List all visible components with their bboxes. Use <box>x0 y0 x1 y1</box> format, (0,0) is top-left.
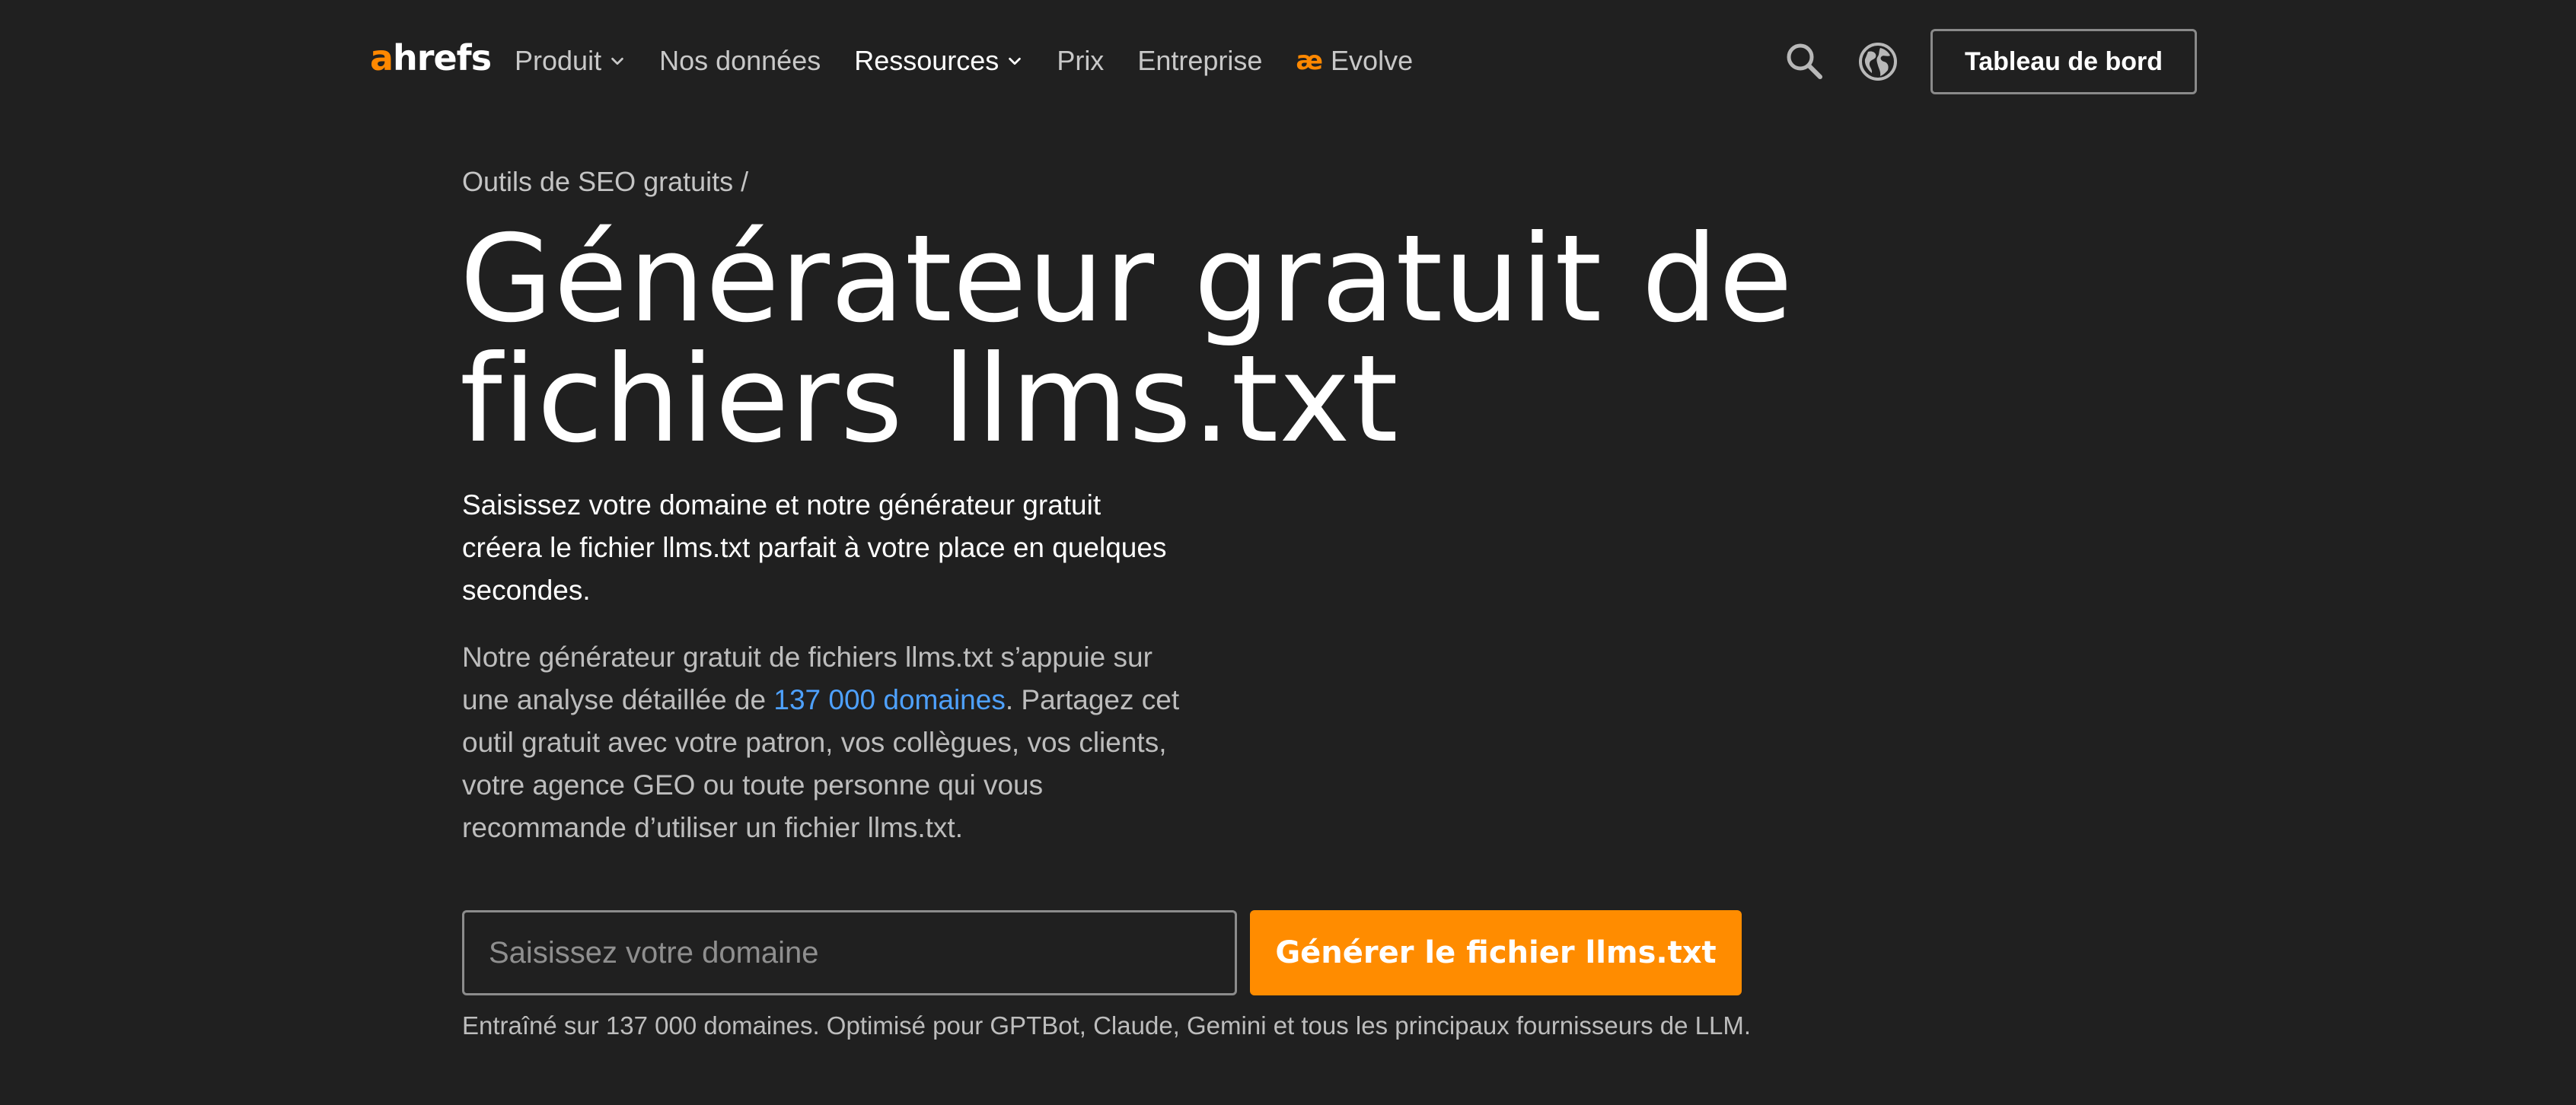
domain-input[interactable] <box>462 910 1237 995</box>
chevron-down-icon <box>1009 57 1022 65</box>
dashboard-button[interactable]: Tableau de bord <box>1930 29 2197 94</box>
chevron-down-icon <box>611 57 623 65</box>
nav-item-ressources[interactable]: Ressources <box>854 45 1023 77</box>
breadcrumb[interactable]: Outils de SEO gratuits / <box>462 166 748 198</box>
logo-accent-letter: a <box>370 37 394 78</box>
nav-item-label: Produit <box>515 45 602 76</box>
nav-item-label: Nos données <box>659 45 821 76</box>
main-menu: Produit Nos données Ressources Prix Entr… <box>515 38 1446 84</box>
nav-item-label: Evolve <box>1331 45 1414 76</box>
description-text: Notre générateur gratuit de fichiers llm… <box>462 636 1193 849</box>
nav-item-label: Prix <box>1057 45 1105 76</box>
logo-text: hrefs <box>393 37 492 78</box>
ahrefs-logo[interactable]: a hrefs <box>370 35 492 81</box>
top-navigation: a hrefs Produit Nos données Ressources Pr… <box>0 0 2576 122</box>
search-icon[interactable] <box>1784 41 1824 81</box>
intro-text: Saisissez votre domaine et notre générat… <box>462 489 1167 606</box>
nav-item-label: Entreprise <box>1137 45 1263 76</box>
nav-item-nos-donnees[interactable]: Nos données <box>659 45 821 77</box>
nav-item-evolve[interactable]: æ Evolve <box>1296 45 1413 77</box>
page-title: Générateur gratuit de fichiers llms.txt <box>460 219 1906 460</box>
generate-llms-button[interactable]: Générer le fichier llms.txt <box>1250 910 1742 995</box>
page: a hrefs Produit Nos données Ressources Pr… <box>0 0 2576 1105</box>
globe-icon[interactable] <box>1857 41 1899 82</box>
evolve-icon: æ <box>1296 46 1324 76</box>
nav-item-produit[interactable]: Produit <box>515 45 626 77</box>
page-title-line1: Générateur gratuit de <box>460 209 1793 349</box>
nav-item-label: Ressources <box>854 45 999 76</box>
footnote-text: Entraîné sur 137 000 domaines. Optimisé … <box>462 1011 1752 1040</box>
nav-item-prix[interactable]: Prix <box>1057 45 1104 77</box>
nav-item-entreprise[interactable]: Entreprise <box>1137 45 1262 77</box>
page-title-line2: fichiers llms.txt <box>460 330 1399 470</box>
domains-link[interactable]: 137 000 domaines <box>773 684 1005 715</box>
